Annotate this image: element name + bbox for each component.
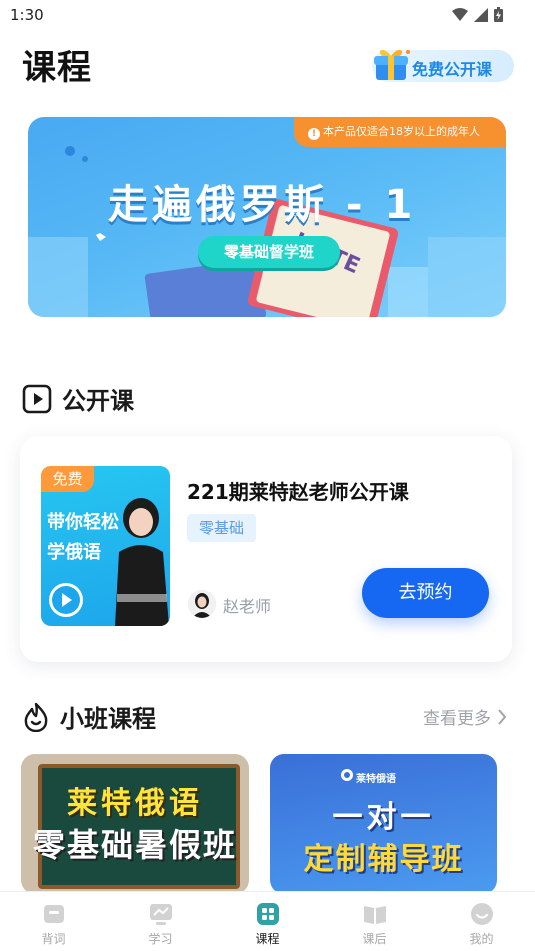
age-notice-text: 本产品仅适合18岁以上的成年人 xyxy=(323,125,480,138)
status-bar: 1:30 xyxy=(0,0,535,30)
class-card-summer[interactable]: 莱特俄语 零基础暑假班 xyxy=(21,754,249,894)
profile-icon xyxy=(470,903,493,925)
open-class-header: 公开课 xyxy=(22,381,134,416)
nav-label: 课程 xyxy=(255,932,280,946)
nav-label: 学习 xyxy=(148,932,173,946)
status-icons xyxy=(452,7,503,22)
see-more-link[interactable]: 查看更多 xyxy=(423,704,507,729)
grid-icon xyxy=(256,903,279,925)
play-icon xyxy=(52,586,80,614)
see-more-label: 查看更多 xyxy=(423,709,491,729)
class-card-line1: 一对一 xyxy=(332,800,435,835)
free-badge: 免费 xyxy=(41,466,94,492)
status-time: 1:30 xyxy=(10,6,44,24)
bottom-nav: 背词 学习 课程 课后 我的 xyxy=(0,891,535,951)
cards-icon xyxy=(43,905,64,923)
class-card-title: 零基础暑假班 xyxy=(32,826,237,864)
small-class-title: 小班课程 xyxy=(60,705,156,733)
info-icon: ! xyxy=(308,128,320,140)
free-course-label: 免费公开课 xyxy=(412,60,493,79)
open-class-card[interactable]: 免费 带你轻松学俄语 221期莱特赵老师公开课 零基础 赵老师 去预约 xyxy=(20,436,512,662)
gift-icon xyxy=(374,49,410,80)
wifi-icon xyxy=(452,7,468,21)
class-card-brand: 莱特俄语 xyxy=(356,774,396,785)
flame-icon xyxy=(24,702,48,732)
nav-label: 我的 xyxy=(469,932,494,946)
play-button[interactable] xyxy=(49,583,83,617)
age-notice: ! 本产品仅适合18岁以上的成年人 xyxy=(294,117,506,147)
page-title: 课程 xyxy=(22,48,92,88)
class-card-title: 定制辅导班 xyxy=(303,842,464,877)
battery-icon xyxy=(494,7,503,22)
reserve-button[interactable]: 去预约 xyxy=(362,568,489,618)
course-name: 221期莱特赵老师公开课 xyxy=(187,480,409,504)
teacher-avatar xyxy=(188,590,216,618)
nav-item-after-class[interactable]: 课后 xyxy=(321,892,428,951)
class-card-brand: 莱特俄语 xyxy=(67,786,203,821)
banner-title: 走遍俄罗斯 - 1 xyxy=(108,182,417,228)
class-card-tutoring[interactable]: 莱特俄语 一对一 定制辅导班 xyxy=(270,754,497,894)
brand-logo-icon xyxy=(341,769,353,781)
nav-item-profile[interactable]: 我的 xyxy=(428,892,535,951)
nav-item-words[interactable]: 背词 xyxy=(0,892,107,951)
course-screen: 1:30 课程 免费公开课 LAITE xyxy=(0,0,535,951)
nav-label: 课后 xyxy=(362,932,387,946)
open-class-title: 公开课 xyxy=(62,387,134,415)
nav-item-courses[interactable]: 课程 xyxy=(214,892,321,951)
nav-item-study[interactable]: 学习 xyxy=(107,892,214,951)
level-tag: 零基础 xyxy=(187,514,256,542)
book-icon xyxy=(363,906,386,924)
nav-label: 背词 xyxy=(41,932,66,946)
course-thumbnail[interactable]: 免费 带你轻松学俄语 xyxy=(41,466,170,626)
chart-icon xyxy=(149,904,172,925)
play-square-icon xyxy=(22,384,52,413)
teacher-name: 赵老师 xyxy=(223,597,272,616)
chevron-right-icon xyxy=(498,708,507,725)
signal-icon xyxy=(474,7,488,22)
free-course-button[interactable]: 免费公开课 xyxy=(372,49,514,82)
thumbnail-text: 带你轻松学俄语 xyxy=(47,512,119,563)
course-banner[interactable]: LAITE !本产品仅适合18岁以上的成年人 走遍俄罗斯 - 1 零基础督学班 xyxy=(28,117,506,317)
banner-subtitle: 零基础督学班 xyxy=(198,236,340,268)
small-class-header: 小班课程 xyxy=(22,699,156,734)
